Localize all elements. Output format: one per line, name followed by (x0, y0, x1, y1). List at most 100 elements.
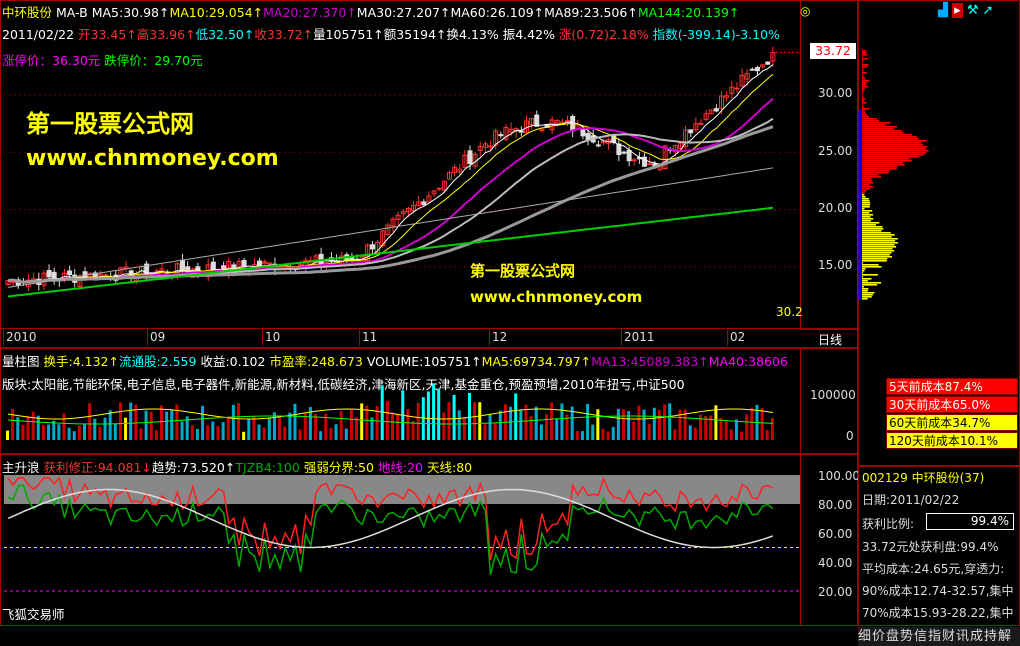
chip-bar (862, 194, 865, 196)
chip-bar (862, 236, 892, 238)
volume-bar (36, 415, 40, 440)
candle-body (103, 274, 109, 277)
chip-bar (862, 164, 905, 166)
volume-bar (596, 409, 600, 440)
chip-bar (862, 112, 866, 114)
volume-bar (88, 403, 92, 440)
volume-bar (534, 406, 538, 440)
volume-bar (103, 417, 107, 440)
chip-bar (862, 146, 928, 148)
volume-bar (478, 402, 482, 440)
chip-bar (862, 212, 870, 214)
volume-bar (349, 409, 353, 440)
volume-bar (113, 423, 117, 440)
candle-body (749, 68, 755, 71)
chip-bar (862, 170, 890, 172)
volume-bar (21, 424, 25, 440)
volume-bar (411, 421, 415, 440)
chip-bar (862, 286, 864, 288)
volume-bar (673, 429, 677, 440)
chip-bar (862, 96, 864, 98)
chip-bar (862, 90, 865, 92)
chip-bar (862, 282, 882, 284)
volume-bar (129, 402, 133, 440)
chip-bar (862, 108, 870, 110)
volume-bar (231, 404, 235, 440)
chip-bar (862, 92, 863, 94)
volume-bar (385, 400, 389, 440)
chip-bar (862, 224, 876, 226)
chip-bar (862, 98, 866, 100)
chip-bar (862, 148, 926, 150)
chip-bar (862, 240, 896, 242)
volume-bar (6, 430, 9, 440)
chip-bar (862, 250, 895, 252)
volume-bar (149, 411, 153, 440)
candle-body (210, 261, 216, 271)
ma20-line (7, 97, 774, 284)
volume-bar (195, 428, 199, 440)
volume-bar (293, 403, 297, 440)
ma89-line (7, 167, 773, 288)
candle-body (626, 149, 632, 162)
volume-bar (303, 413, 307, 440)
chip-bar (862, 252, 892, 254)
volume-bar (765, 429, 769, 440)
chip-bar (862, 88, 865, 90)
chip-bar (862, 260, 887, 262)
chip-bar (862, 160, 912, 162)
ma30-line (7, 117, 774, 284)
volume-bar (365, 405, 369, 440)
volume-bar (242, 431, 246, 440)
volume-bar (770, 418, 774, 440)
chip-bar (862, 102, 867, 104)
volume-bar (396, 414, 400, 440)
volume-bar (421, 397, 425, 440)
chip-bar (862, 278, 872, 280)
volume-bar (688, 425, 692, 440)
chip-bar (862, 94, 863, 96)
chip-bar (862, 58, 868, 60)
candle-body (595, 144, 601, 147)
volume-bar (170, 410, 174, 440)
volume-bar (221, 422, 225, 440)
chip-bar (862, 196, 866, 198)
candle-body (46, 270, 52, 278)
chip-bar (862, 174, 879, 176)
volume-bar (637, 405, 641, 440)
volume-bar (657, 409, 661, 440)
candle-body (369, 244, 375, 250)
volume-bar (555, 419, 559, 440)
chip-bar (862, 140, 927, 142)
chip-bar (862, 280, 868, 282)
chip-bar (862, 208, 865, 210)
chip-bar (862, 66, 868, 68)
volume-bar (724, 421, 728, 440)
candle-body (754, 67, 760, 72)
volume-bar (237, 403, 240, 440)
volume-bar (729, 429, 733, 440)
chip-bar (862, 242, 898, 244)
volume-bar (329, 427, 333, 440)
volume-bar (67, 427, 71, 440)
chip-bar (862, 216, 871, 218)
volume-bar (339, 411, 343, 440)
candle-body (498, 134, 504, 137)
chip-bar (862, 268, 866, 270)
chip-bar (862, 290, 868, 292)
chip-bar (862, 210, 873, 212)
chip-bar (862, 54, 868, 56)
candle-body (616, 143, 622, 156)
volume-bar (560, 403, 564, 440)
volume-bar (447, 401, 451, 440)
volume-bar (740, 431, 744, 440)
chip-bar (862, 296, 872, 298)
chip-bar (862, 180, 873, 182)
volume-bar (663, 404, 667, 440)
candle-body (518, 130, 524, 133)
chip-bar (862, 70, 864, 72)
volume-bar (206, 425, 210, 440)
chip-bar (862, 176, 881, 178)
chip-bar (862, 202, 871, 204)
volume-bar (118, 402, 122, 440)
